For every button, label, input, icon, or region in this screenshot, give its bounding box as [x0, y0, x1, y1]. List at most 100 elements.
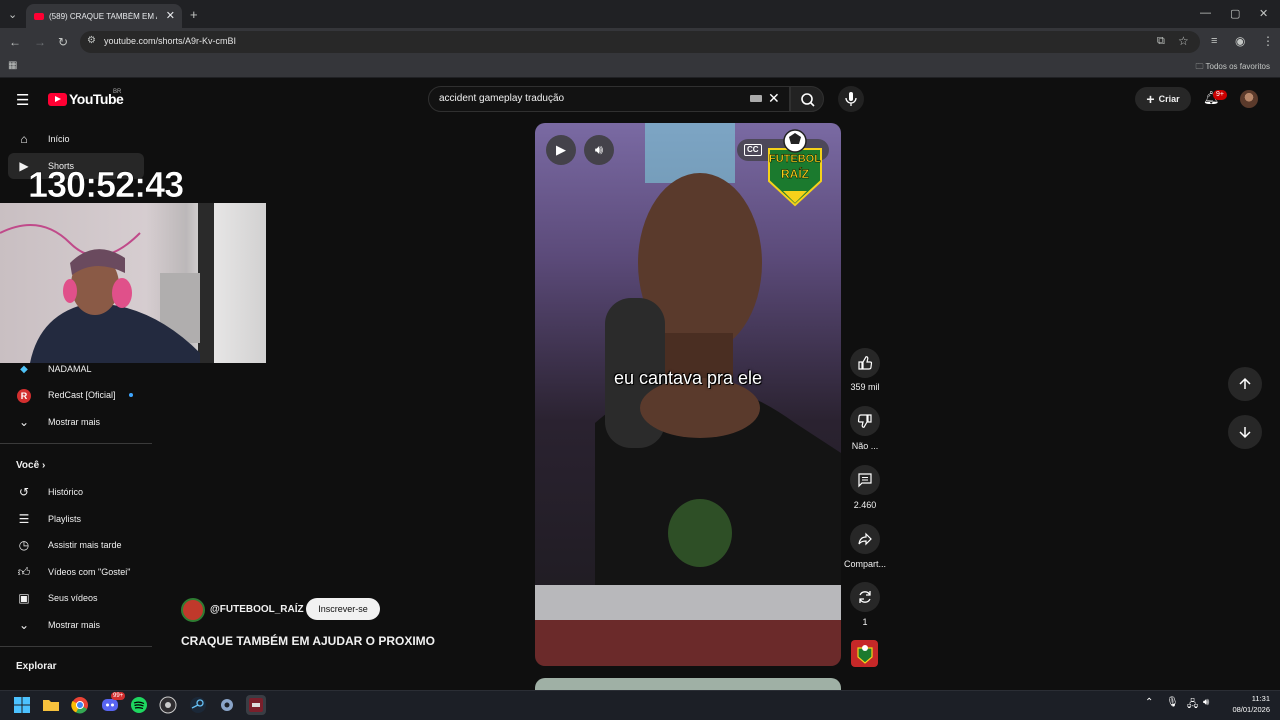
sidebar-show-more-subs[interactable]: ⌄ Mostrar mais: [0, 409, 150, 435]
steam-icon[interactable]: [188, 695, 208, 715]
voice-search-button[interactable]: [838, 86, 864, 112]
history-icon: ↺: [18, 485, 30, 499]
comments-button[interactable]: [850, 465, 880, 495]
address-bar[interactable]: [80, 31, 1200, 53]
sidebar-subscription-nadamal[interactable]: ◆ NADAMAL: [0, 356, 150, 382]
subscribe-button[interactable]: Inscrever-se: [306, 598, 380, 620]
menu-dots-icon[interactable]: ⋮: [1262, 34, 1274, 48]
microphone-icon: [845, 92, 857, 106]
clock-time: 11:31: [1251, 694, 1270, 703]
account-avatar[interactable]: [1240, 90, 1258, 108]
sidebar-item-label: Mostrar mais: [48, 417, 101, 427]
tray-microphone-icon[interactable]: 🎙︎: [1166, 697, 1179, 708]
youtube-favicon-icon: [34, 12, 44, 20]
url-text[interactable]: youtube.com/shorts/A9r-Kv-cmBI: [104, 36, 236, 46]
thumb-up-icon: [858, 356, 873, 370]
volume-button[interactable]: 🔊︎: [584, 135, 614, 165]
arrow-down-icon: [1239, 427, 1251, 439]
sidebar-item-label: NADAMAL: [48, 364, 92, 374]
tray-volume-icon[interactable]: 🔊︎: [1203, 697, 1209, 708]
share-icon: [858, 532, 872, 546]
playlist-icon: ☰: [18, 512, 30, 526]
obs-icon[interactable]: [158, 695, 178, 715]
thumb-up-icon: 👍︎: [17, 564, 31, 579]
browser-tab[interactable]: (589) CRAQUE TAMBÉM EM AJUDAR O PROXIMO …: [26, 4, 182, 28]
tray-chevron-up-icon[interactable]: ⌃: [1145, 697, 1153, 708]
create-button[interactable]: + Criar: [1135, 87, 1191, 111]
sidebar-subscription-redcast[interactable]: R RedCast [Oficial]: [0, 382, 150, 408]
sidebar-show-more-you[interactable]: ⌄ Mostrar mais: [0, 612, 150, 638]
tray-network-icon[interactable]: 🖧︎: [1187, 697, 1198, 714]
close-tab-icon[interactable]: ✕: [166, 9, 175, 22]
remix-button[interactable]: [850, 582, 880, 612]
back-icon[interactable]: ←: [9, 35, 21, 49]
profile-icon[interactable]: ◉: [1235, 34, 1245, 48]
play-button[interactable]: ▶: [546, 135, 576, 165]
arrow-up-icon: [1239, 377, 1251, 389]
minimize-icon[interactable]: —: [1200, 7, 1211, 19]
sidebar-item-playlists[interactable]: ☰ Playlists: [0, 506, 150, 532]
game-app-icon[interactable]: [246, 695, 266, 715]
section-title: Você: [16, 460, 40, 471]
install-app-icon[interactable]: ⧉: [1157, 35, 1165, 48]
file-explorer-icon[interactable]: [41, 695, 61, 715]
channel-avatar[interactable]: [181, 598, 205, 622]
notifications-badge: 9+: [1213, 90, 1227, 100]
channel-handle[interactable]: @FUTEBOOL_RAÍZ: [210, 604, 304, 615]
sidebar-item-liked-videos[interactable]: 👍︎ Vídeos com "Gostei": [0, 559, 150, 585]
sidebar-item-label: Vídeos com "Gostei": [48, 567, 131, 577]
sidebar-item-home[interactable]: ⌂ Início: [0, 126, 150, 152]
site-info-icon[interactable]: ⚙: [87, 35, 96, 46]
live-dot: [129, 393, 133, 397]
sidebar-item-history[interactable]: ↺ Histórico: [0, 479, 150, 505]
channel-avatar: R: [16, 388, 32, 403]
tab-search-icon[interactable]: ⌄: [8, 8, 17, 21]
webcam-overlay: [0, 203, 266, 363]
create-label: Criar: [1158, 94, 1180, 104]
sidebar-item-label: Seus vídeos: [48, 593, 98, 603]
clock-date: 08/01/2026: [1232, 705, 1270, 714]
media-queue-icon[interactable]: ≡: [1211, 35, 1217, 47]
chevron-right-icon: ›: [41, 460, 46, 471]
forward-icon[interactable]: →: [34, 35, 46, 49]
previous-short-button[interactable]: [1228, 367, 1262, 401]
short-title[interactable]: CRAQUE TAMBÉM EM AJUDAR O PROXIMO: [181, 634, 435, 648]
taskbar-clock[interactable]: 11:31 08/01/2026: [1232, 693, 1270, 715]
chevron-down-icon: ⌄: [18, 415, 30, 429]
next-short-button[interactable]: [1228, 415, 1262, 449]
discord-icon[interactable]: 99+: [100, 692, 126, 715]
hamburger-menu-icon[interactable]: ☰: [16, 91, 29, 109]
chrome-icon[interactable]: [70, 695, 90, 715]
youtube-logo-icon[interactable]: [48, 93, 67, 106]
new-tab-icon[interactable]: +: [190, 7, 198, 22]
sound-source-thumbnail[interactable]: [851, 640, 878, 667]
clear-search-icon[interactable]: ✕: [768, 90, 780, 107]
logo-region: BR: [113, 89, 122, 95]
video-icon: ▣: [18, 591, 30, 605]
reload-icon[interactable]: ↻: [58, 35, 68, 49]
like-button[interactable]: [850, 348, 880, 378]
windows-start-icon[interactable]: [12, 695, 32, 715]
logo-text-raiz: RAÍZ: [781, 167, 809, 181]
play-icon: ▶: [556, 142, 566, 157]
share-button[interactable]: [850, 524, 880, 554]
maximize-icon[interactable]: ▢: [1230, 7, 1240, 20]
sidebar-item-your-videos[interactable]: ▣ Seus vídeos: [0, 585, 150, 611]
dislike-button[interactable]: [850, 406, 880, 436]
sidebar-item-watch-later[interactable]: ◷ Assistir mais tarde: [0, 532, 150, 558]
keyboard-icon[interactable]: [750, 95, 762, 102]
video-caption: eu cantava pra ele: [613, 368, 763, 388]
search-query[interactable]: accident gameplay tradução: [439, 93, 564, 104]
bookmark-star-icon[interactable]: ☆: [1178, 34, 1189, 48]
captions-button[interactable]: CC: [744, 144, 762, 156]
spotify-icon[interactable]: [129, 695, 149, 715]
sidebar-section-you[interactable]: Você ›: [16, 460, 45, 471]
search-button[interactable]: [790, 86, 824, 112]
settings-gear-icon[interactable]: [217, 695, 237, 715]
close-window-icon[interactable]: ✕: [1259, 7, 1268, 20]
sidebar-item-label: Playlists: [48, 514, 82, 524]
sidebar-item-label: Assistir mais tarde: [48, 540, 122, 550]
like-count: 359 mil: [850, 382, 880, 392]
apps-grid-icon[interactable]: ▦: [8, 60, 17, 71]
all-bookmarks-button[interactable]: 🗀 Todos os favoritos: [1195, 61, 1270, 75]
